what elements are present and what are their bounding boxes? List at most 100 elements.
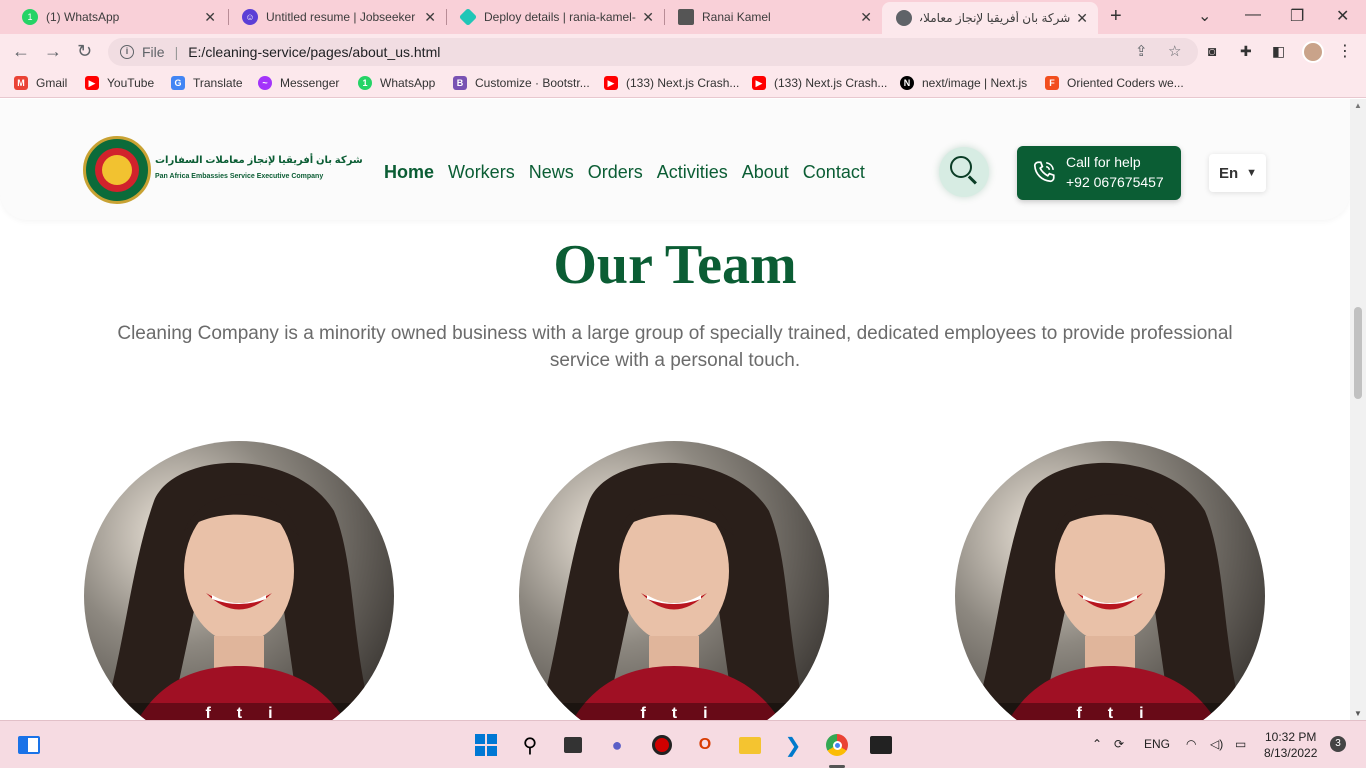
minimize-icon[interactable]: — — [1245, 6, 1261, 24]
twitter-icon[interactable]: t — [1108, 705, 1113, 720]
nav-home[interactable]: Home — [384, 162, 434, 183]
nav-activities[interactable]: Activities — [657, 162, 728, 183]
vscode-icon[interactable]: ❯ — [780, 732, 806, 758]
nav-workers[interactable]: Workers — [448, 162, 515, 183]
start-icon[interactable] — [473, 732, 499, 758]
file-explorer-icon[interactable] — [737, 732, 763, 758]
facebook-icon[interactable]: f — [205, 705, 210, 720]
instagram-icon[interactable]: i — [703, 705, 707, 720]
task-view-icon[interactable] — [560, 732, 586, 758]
company-logo[interactable] — [83, 136, 151, 204]
phone-icon — [1033, 161, 1055, 183]
figma-icon: F — [1045, 76, 1059, 90]
new-tab-icon[interactable]: + — [1110, 5, 1122, 28]
bookmark-nextjs-crash-2[interactable]: ▶ (133) Next.js Crash... — [752, 76, 887, 90]
forward-icon[interactable]: → — [44, 41, 62, 62]
restore-icon[interactable]: ❐ — [1290, 6, 1304, 26]
bookmark-oriented-coders[interactable]: F Oriented Coders we... — [1045, 76, 1184, 90]
twitter-icon[interactable]: t — [672, 705, 677, 720]
facebook-icon[interactable]: f — [640, 705, 645, 720]
widgets-icon[interactable] — [16, 732, 42, 758]
chrome-icon[interactable] — [824, 732, 850, 758]
scroll-up-icon[interactable]: ▲ — [1354, 101, 1362, 110]
bookmark-nextjs-image[interactable]: Nnext/image | Next.js — [900, 76, 1027, 90]
nav-news[interactable]: News — [529, 162, 574, 183]
window-close-icon[interactable]: ✕ — [1336, 6, 1349, 26]
gmail-icon: M — [14, 76, 28, 90]
sync-icon[interactable]: ⟳ — [1114, 737, 1124, 751]
browser-toolbar: ← → ↻ i File | E:/cleaning-service/pages… — [0, 34, 1366, 70]
reload-icon[interactable]: ↻ — [77, 41, 92, 62]
camera-icon[interactable]: ◙ — [1208, 43, 1216, 59]
instagram-icon[interactable]: i — [268, 705, 272, 720]
profile-avatar[interactable] — [1302, 41, 1324, 63]
page-scrollbar[interactable]: ▲ ▼ — [1350, 99, 1366, 720]
portfolio-icon — [678, 9, 694, 25]
share-icon[interactable]: ⇪ — [1135, 42, 1148, 60]
tab-jobseeker[interactable]: ☺ Untitled resume | Jobseeker ✕ — [228, 0, 446, 34]
teams-chat-icon[interactable]: ● — [604, 732, 630, 758]
system-clock[interactable]: 10:32 PM 8/13/2022 — [1264, 729, 1317, 761]
team-member-card[interactable]: f t i — [84, 441, 394, 720]
instagram-icon[interactable]: i — [1139, 705, 1143, 720]
tab-search-chevron-icon[interactable]: ⌄ — [1198, 6, 1211, 26]
jobseeker-icon: ☺ — [242, 9, 258, 25]
section-subtitle: Cleaning Company is a minority owned bus… — [117, 323, 1233, 371]
notification-badge[interactable]: 3 — [1330, 736, 1346, 752]
volume-icon[interactable]: ◁) — [1210, 737, 1223, 751]
close-icon[interactable]: ✕ — [424, 9, 436, 26]
tab-portfolio[interactable]: Ranai Kamel ✕ — [664, 0, 882, 34]
back-icon[interactable]: ← — [12, 41, 30, 62]
extensions-icon[interactable]: ✚ — [1240, 43, 1252, 60]
close-icon[interactable]: ✕ — [642, 9, 654, 26]
bookmark-messenger[interactable]: ~ Messenger — [258, 76, 339, 90]
messenger-icon: ~ — [258, 76, 272, 90]
translate-icon: G — [171, 76, 185, 90]
menu-icon[interactable]: ⋮ — [1337, 41, 1353, 61]
nav-about[interactable]: About — [742, 162, 789, 183]
bookmark-translate[interactable]: G Translate — [171, 76, 243, 90]
bookmark-youtube[interactable]: ▶ YouTube — [85, 76, 154, 90]
logo-english-text: Pan Africa Embassies Service Executive C… — [155, 173, 324, 180]
logo-arabic-text: شركة بان أفريقيا لإنجاز معاملات السفارات — [155, 155, 363, 166]
battery-icon[interactable]: ▭ — [1235, 737, 1246, 751]
bootstrap-icon: B — [453, 76, 467, 90]
scrollbar-thumb[interactable] — [1354, 307, 1362, 399]
search-icon[interactable]: ⚲ — [517, 732, 543, 758]
twitter-icon[interactable]: t — [237, 705, 242, 720]
recorder-icon[interactable] — [649, 732, 675, 758]
call-for-help-button[interactable]: Call for help +92 067675457 — [1017, 146, 1181, 200]
tab-active-pan-africa[interactable]: شركة بان أفريقيا لإنجاز معاملات ✕ — [882, 2, 1098, 34]
tab-netlify[interactable]: Deploy details | rania-kamel- ✕ — [446, 0, 664, 34]
info-icon[interactable]: i — [120, 45, 134, 59]
show-hidden-icons-chevron[interactable]: ⌃ — [1092, 737, 1102, 751]
bookmark-bootstrap[interactable]: B Customize · Bootstr... — [453, 76, 590, 90]
wifi-icon[interactable]: ◠ — [1186, 737, 1196, 751]
close-icon[interactable]: ✕ — [1076, 10, 1088, 27]
bookmark-gmail[interactable]: M Gmail — [14, 76, 67, 90]
nav-contact[interactable]: Contact — [803, 162, 865, 183]
language-selector[interactable]: En ▼ — [1209, 154, 1266, 192]
input-language[interactable]: ENG — [1144, 737, 1170, 751]
facebook-icon[interactable]: f — [1076, 705, 1081, 720]
team-member-card[interactable]: f t i — [955, 441, 1265, 720]
netlify-icon — [458, 7, 478, 27]
bookmark-whatsapp[interactable]: 1 WhatsApp — [358, 76, 435, 90]
bookmark-star-icon[interactable]: ☆ — [1168, 42, 1181, 60]
tab-whatsapp[interactable]: 1 (1) WhatsApp ✕ — [8, 0, 226, 34]
nav-orders[interactable]: Orders — [588, 162, 643, 183]
office-icon[interactable]: O — [692, 732, 718, 758]
windows-taskbar: ⚲ ● O ❯ ⌃ ⟳ ENG ◠ ◁) ▭ 10:32 PM 8/13/202… — [0, 720, 1366, 768]
close-icon[interactable]: ✕ — [204, 9, 216, 26]
search-button[interactable] — [939, 147, 989, 197]
whatsapp-icon: 1 — [22, 9, 38, 25]
close-icon[interactable]: ✕ — [860, 9, 872, 26]
address-bar[interactable]: i File | E:/cleaning-service/pages/about… — [108, 38, 1198, 66]
team-member-card[interactable]: f t i — [519, 441, 829, 720]
side-panel-icon[interactable]: ◧ — [1272, 43, 1285, 60]
terminal-icon[interactable] — [868, 732, 894, 758]
scroll-down-icon[interactable]: ▼ — [1354, 709, 1362, 718]
bookmark-nextjs-crash-1[interactable]: ▶ (133) Next.js Crash... — [604, 76, 739, 90]
url-text: E:/cleaning-service/pages/about_us.html — [188, 44, 441, 60]
chevron-down-icon: ▼ — [1246, 167, 1258, 179]
